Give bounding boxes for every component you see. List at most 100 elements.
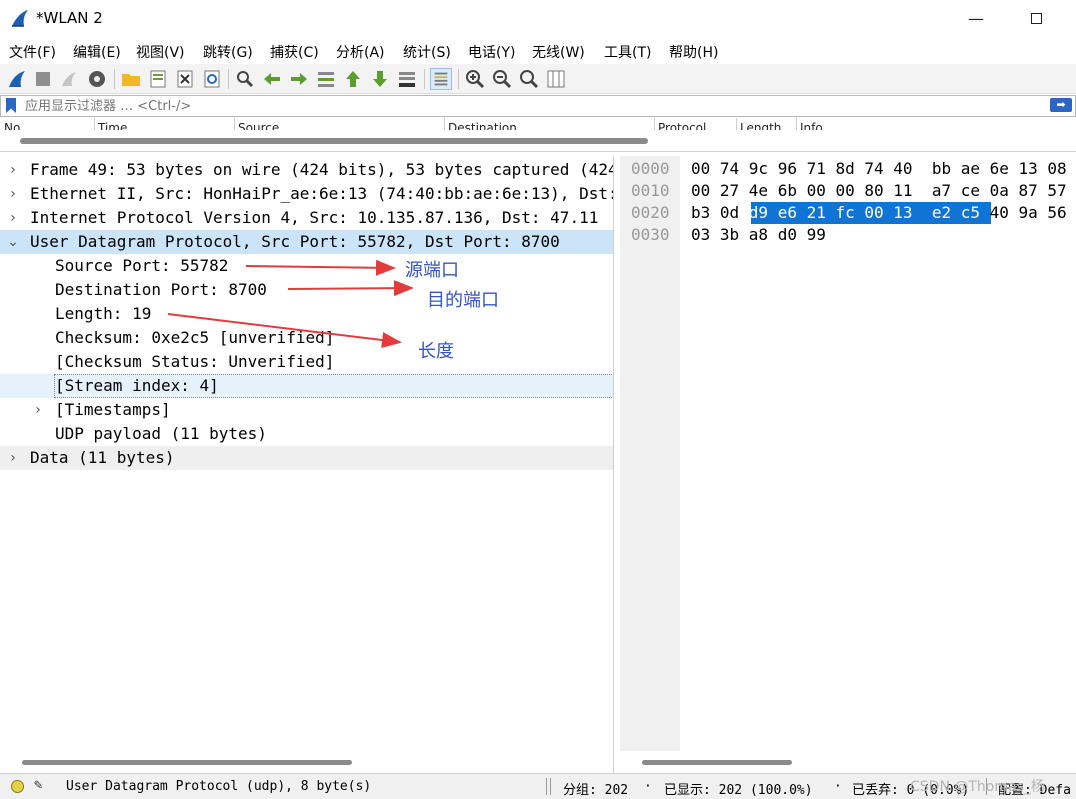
tree-item-destination-port[interactable]: Destination Port: 8700 — [0, 278, 613, 302]
zoom-in-icon[interactable] — [464, 68, 486, 90]
horizontal-scrollbar[interactable] — [642, 760, 792, 765]
chevron-right-icon[interactable]: › — [6, 446, 20, 470]
menu-capture[interactable]: 捕获(C) — [270, 42, 319, 62]
hex-bytes-line[interactable]: b3 0d d9 e6 21 fc 00 13 e2 c5 40 9a 56 — [691, 202, 1067, 224]
hex-offset: 0010 — [631, 181, 670, 200]
zoom-out-icon[interactable] — [491, 68, 513, 90]
packet-bytes-pane: 0000 0010 0020 0030 00 74 9c 96 71 8d 74… — [620, 156, 1076, 773]
tree-item-stream-index[interactable]: [Stream index: 4] — [0, 374, 613, 398]
menu-go[interactable]: 跳转(G) — [203, 42, 253, 62]
colorize-icon[interactable] — [430, 68, 452, 90]
tree-item-label: Length: 19 — [55, 304, 152, 323]
chevron-right-icon[interactable]: › — [31, 398, 45, 422]
menu-bar: 文件(F) 编辑(E) 视图(V) 跳转(G) 捕获(C) 分析(A) 统计(S… — [0, 38, 1076, 64]
column-header-length[interactable]: Length — [740, 118, 794, 130]
wireshark-logo-icon — [12, 10, 28, 27]
column-divider[interactable] — [654, 118, 655, 130]
status-separator-dot: · — [644, 779, 652, 794]
tree-item-checksum[interactable]: Checksum: 0xe2c5 [unverified] — [0, 326, 613, 350]
go-forward-icon[interactable] — [288, 68, 310, 90]
reload-file-icon[interactable] — [201, 68, 223, 90]
column-header-source[interactable]: Source — [238, 118, 442, 130]
menu-analyze[interactable]: 分析(A) — [336, 42, 385, 62]
column-header-protocol[interactable]: Protocol — [658, 118, 734, 130]
tree-item-data[interactable]: › Data (11 bytes) — [0, 446, 613, 470]
column-divider[interactable] — [94, 118, 95, 130]
hex-bytes-line[interactable]: 03 3b a8 d0 99 — [691, 224, 826, 246]
tree-item-ethernet[interactable]: › Ethernet II, Src: HonHaiPr_ae:6e:13 (7… — [0, 182, 613, 206]
column-divider[interactable] — [796, 118, 797, 130]
auto-scroll-icon[interactable] — [396, 68, 418, 90]
chevron-right-icon[interactable]: › — [6, 158, 20, 182]
hex-bytes-line[interactable]: 00 74 9c 96 71 8d 74 40 bb ae 6e 13 08 — [691, 158, 1067, 180]
tree-item-checksum-status[interactable]: [Checksum Status: Unverified] — [0, 350, 613, 374]
start-capture-icon[interactable] — [6, 68, 28, 90]
status-divider — [550, 778, 551, 795]
close-file-icon[interactable] — [174, 68, 196, 90]
go-to-packet-icon[interactable] — [315, 68, 337, 90]
hex-offset: 0020 — [631, 203, 670, 222]
menu-file[interactable]: 文件(F) — [9, 42, 56, 62]
capture-options-icon[interactable] — [86, 68, 108, 90]
open-file-icon[interactable] — [120, 68, 142, 90]
menu-help[interactable]: 帮助(H) — [669, 42, 718, 62]
stop-capture-icon[interactable] — [32, 68, 54, 90]
chevron-right-icon[interactable]: › — [6, 182, 20, 206]
status-divider — [546, 778, 547, 795]
edit-comment-icon[interactable]: ✎ — [34, 777, 42, 793]
tree-item-frame[interactable]: › Frame 49: 53 bytes on wire (424 bits),… — [0, 158, 613, 182]
chevron-right-icon[interactable]: › — [6, 206, 20, 230]
packet-details-pane: › Frame 49: 53 bytes on wire (424 bits),… — [0, 156, 614, 773]
display-filter-bar: ➡ — [0, 95, 1076, 117]
menu-telephony[interactable]: 电话(Y) — [468, 42, 515, 62]
menu-view[interactable]: 视图(V) — [136, 42, 185, 62]
column-divider[interactable] — [234, 118, 235, 130]
go-back-icon[interactable] — [261, 68, 283, 90]
bookmark-icon[interactable] — [6, 98, 16, 113]
column-divider[interactable] — [444, 118, 445, 130]
expert-info-icon[interactable] — [11, 780, 24, 793]
minimize-button[interactable]: — — [956, 6, 996, 32]
tree-item-length[interactable]: Length: 19 — [0, 302, 613, 326]
column-header-destination[interactable]: Destination — [448, 118, 652, 130]
apply-filter-button[interactable]: ➡ — [1050, 98, 1072, 112]
last-packet-icon[interactable] — [369, 68, 391, 90]
restart-capture-icon[interactable] — [58, 68, 80, 90]
tree-item-label: Data (11 bytes) — [30, 448, 175, 467]
resize-columns-icon[interactable] — [545, 68, 567, 90]
normal-size-icon[interactable] — [518, 68, 540, 90]
tree-item-timestamps[interactable]: › [Timestamps] — [0, 398, 613, 422]
hex-offset: 0030 — [631, 225, 670, 244]
tree-item-ipv4[interactable]: › Internet Protocol Version 4, Src: 10.1… — [0, 206, 613, 230]
column-header-no[interactable]: No. — [4, 118, 92, 130]
packet-list-pane[interactable]: No. Time Source Destination Protocol Len… — [0, 118, 1076, 152]
first-packet-icon[interactable] — [342, 68, 364, 90]
maximize-icon — [1030, 13, 1042, 24]
horizontal-scrollbar[interactable] — [22, 760, 352, 765]
menu-tools[interactable]: 工具(T) — [604, 42, 651, 62]
menu-edit[interactable]: 编辑(E) — [73, 42, 121, 62]
tree-item-label: Internet Protocol Version 4, Src: 10.135… — [30, 208, 599, 227]
column-divider[interactable] — [736, 118, 737, 130]
tree-item-source-port[interactable]: Source Port: 55782 — [0, 254, 613, 278]
chevron-down-icon[interactable]: ⌄ — [6, 230, 20, 254]
tree-item-udp-payload[interactable]: UDP payload (11 bytes) — [0, 422, 613, 446]
menu-wireless[interactable]: 无线(W) — [532, 42, 585, 62]
tree-item-udp[interactable]: ⌄ User Datagram Protocol, Src Port: 5578… — [0, 230, 613, 254]
maximize-button[interactable] — [1016, 6, 1056, 32]
horizontal-scrollbar[interactable] — [20, 138, 648, 144]
find-packet-icon[interactable] — [234, 68, 256, 90]
tree-item-label: Destination Port: 8700 — [55, 280, 267, 299]
save-file-icon[interactable] — [147, 68, 169, 90]
status-bar: ✎ User Datagram Protocol (udp), 8 byte(s… — [0, 773, 1076, 799]
window-title: *WLAN 2 — [36, 9, 103, 27]
column-header-info[interactable]: Info — [800, 118, 1070, 130]
hex-bytes-line[interactable]: 00 27 4e 6b 00 00 80 11 a7 ce 0a 87 57 — [691, 180, 1067, 202]
menu-statistics[interactable]: 统计(S) — [403, 42, 451, 62]
tree-item-label: [Stream index: 4] — [55, 376, 219, 395]
tree-item-label: Source Port: 55782 — [55, 256, 229, 275]
column-header-time[interactable]: Time — [98, 118, 232, 130]
hex-bytes-prefix: b3 0d — [691, 203, 749, 222]
display-filter-input[interactable] — [25, 97, 1045, 115]
hex-bytes-suffix: 40 9a 56 — [979, 203, 1067, 222]
